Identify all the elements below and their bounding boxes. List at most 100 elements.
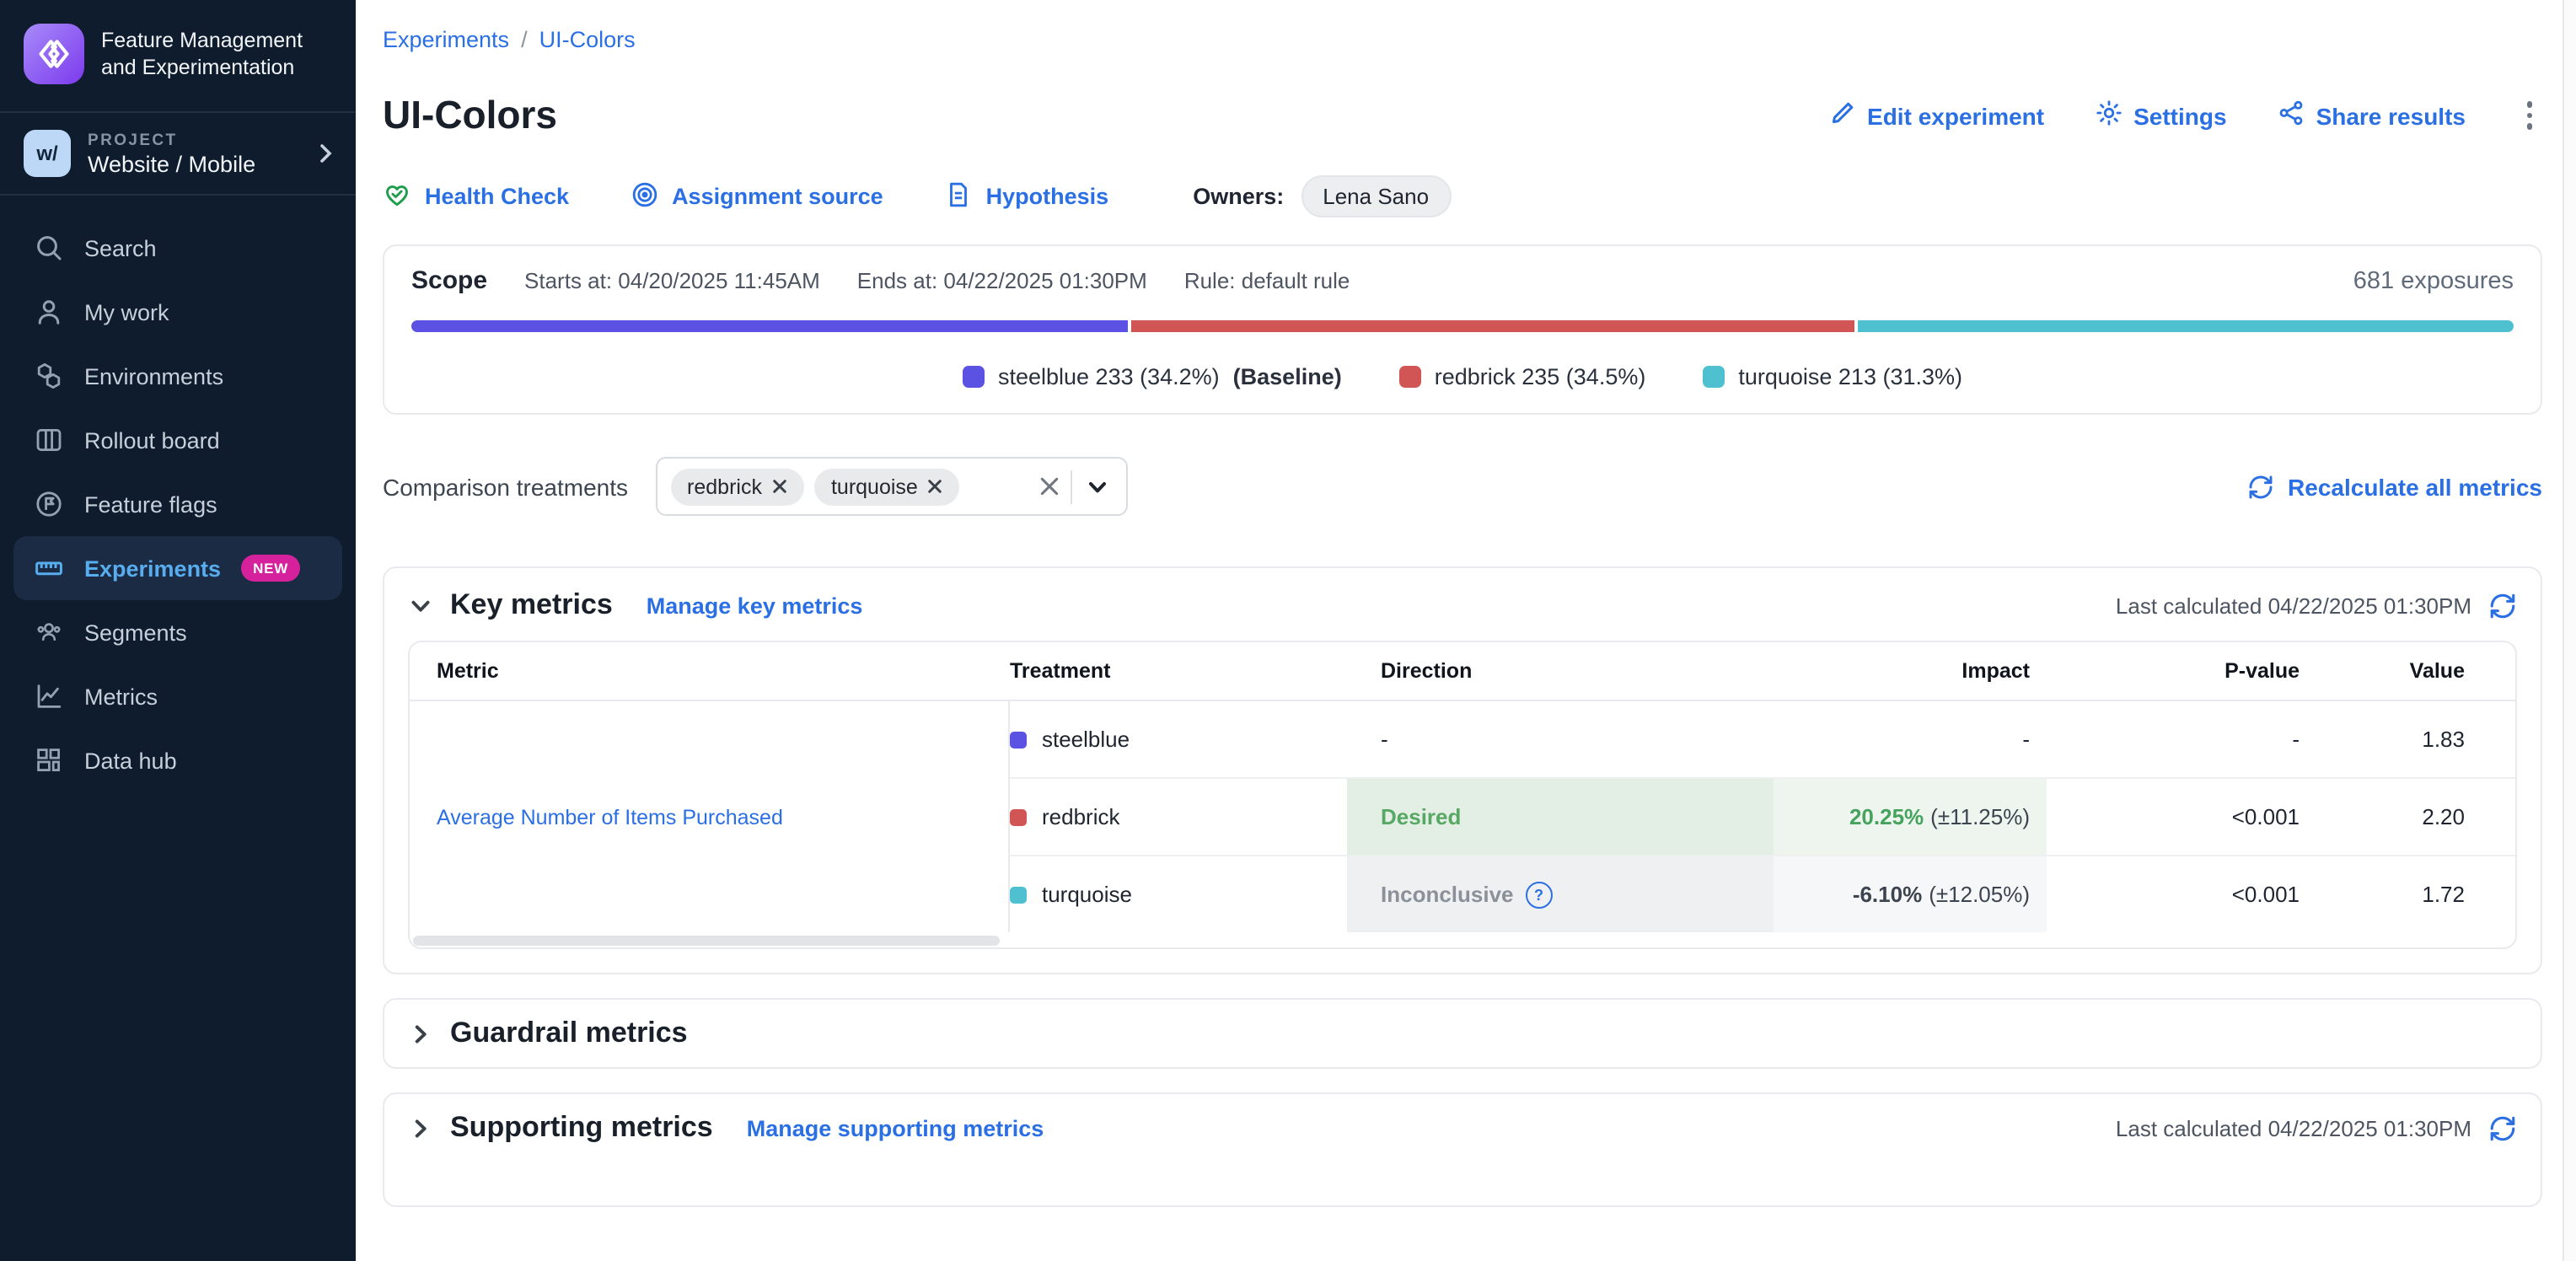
- clear-selection-icon[interactable]: [1038, 475, 1060, 497]
- distribution-segment-steelblue: [411, 320, 1128, 332]
- recalculate-all-metrics-button[interactable]: Recalculate all metrics: [2247, 473, 2542, 500]
- refresh-icon[interactable]: [2488, 591, 2517, 620]
- turquoise-swatch: [1010, 886, 1027, 903]
- help-icon[interactable]: ?: [1526, 881, 1553, 908]
- app-logo-block[interactable]: Feature Management and Experimentation: [0, 0, 356, 111]
- column-header-value: Value: [2300, 659, 2515, 683]
- treatment-distribution-bar: [411, 320, 2514, 332]
- sidebar-item-segments[interactable]: Segments: [13, 600, 342, 664]
- breadcrumb: Experiments / UI-Colors: [383, 27, 2542, 52]
- hypothesis-link[interactable]: Hypothesis: [944, 180, 1109, 213]
- heart-check-icon: [383, 180, 411, 213]
- page-title: UI-Colors: [383, 93, 557, 138]
- sidebar-item-metrics[interactable]: Metrics: [13, 664, 342, 728]
- refresh-icon[interactable]: [2488, 1113, 2517, 1142]
- distribution-segment-redbrick: [1131, 320, 1854, 332]
- scope-starts-at: Starts at: 04/20/2025 11:45AM: [524, 268, 820, 293]
- grid-icon: [34, 745, 64, 775]
- last-calculated-label: Last calculated 04/22/2025 01:30PM: [2116, 593, 2471, 618]
- health-check-link[interactable]: Health Check: [383, 180, 569, 213]
- legend-item-turquoise: turquoise 213 (31.3%): [1703, 364, 1962, 389]
- key-metrics-table: Metric Treatment Direction Impact P-valu…: [408, 641, 2517, 949]
- pencil-icon: [1828, 99, 1855, 131]
- settings-button[interactable]: Settings: [2095, 99, 2226, 131]
- sidebar-item-data-hub[interactable]: Data hub: [13, 728, 342, 792]
- collapse-chevron-down-icon[interactable]: [408, 593, 433, 618]
- redbrick-swatch: [1010, 808, 1027, 825]
- document-icon: [944, 180, 973, 213]
- sidebar-item-environments[interactable]: Environments: [13, 344, 342, 408]
- share-results-button[interactable]: Share results: [2278, 99, 2466, 131]
- breadcrumb-experiments-link[interactable]: Experiments: [383, 27, 509, 52]
- pvalue-cell: -: [2047, 701, 2300, 777]
- direction-cell: Desired: [1347, 779, 1774, 855]
- table-header-row: Metric Treatment Direction Impact P-valu…: [410, 642, 2515, 701]
- chevron-down-icon[interactable]: [1081, 475, 1112, 498]
- search-icon: [34, 233, 64, 263]
- treatment-cell: steelblue: [1010, 701, 1347, 777]
- chip-redbrick[interactable]: redbrick: [670, 468, 804, 505]
- remove-chip-icon[interactable]: [772, 479, 787, 494]
- turquoise-swatch: [1703, 366, 1725, 388]
- split-logo-icon: [24, 24, 84, 84]
- header-actions: Edit experiment Settings Share results: [1828, 95, 2542, 137]
- columns-board-icon: [34, 425, 64, 455]
- line-chart-icon: [34, 681, 64, 711]
- impact-cell: 20.25% (±11.25%): [1774, 779, 2047, 855]
- legend-item-steelblue: steelblue 233 (34.2%) (Baseline): [963, 364, 1342, 389]
- metric-name-cell: Average Number of Items Purchased: [410, 701, 1010, 932]
- horizontal-scrollbar: [410, 932, 2515, 947]
- metric-link[interactable]: Average Number of Items Purchased: [437, 805, 783, 829]
- exposures-count: 681 exposures: [2353, 267, 2514, 294]
- table-row: turquoise Inconclusive ? -6.10% (±12.05%…: [1010, 855, 2515, 932]
- guardrail-metrics-title: Guardrail metrics: [450, 1017, 688, 1050]
- sidebar-nav: Search My work Environments Rollout boar…: [0, 196, 356, 792]
- comparison-treatments-select[interactable]: redbrick turquoise: [655, 457, 1127, 516]
- user-icon: [34, 297, 64, 327]
- sidebar-item-experiments[interactable]: Experiments NEW: [13, 536, 342, 600]
- project-label: PROJECT: [88, 131, 295, 149]
- chip-turquoise[interactable]: turquoise: [814, 468, 960, 505]
- sidebar-item-label: My work: [84, 299, 169, 325]
- sidebar-item-label: Experiments: [84, 555, 221, 581]
- refresh-icon: [2247, 473, 2274, 500]
- horizontal-scrollbar-thumb[interactable]: [413, 935, 1000, 945]
- sidebar-item-label: Segments: [84, 620, 187, 645]
- owner-chip[interactable]: Lena Sano: [1301, 175, 1451, 217]
- sidebar: Feature Management and Experimentation w…: [0, 0, 356, 1261]
- supporting-metrics-title: Supporting metrics: [450, 1111, 713, 1145]
- comparison-treatments-label: Comparison treatments: [383, 473, 628, 500]
- project-switcher[interactable]: w/ PROJECT Website / Mobile: [0, 113, 356, 194]
- column-header-direction: Direction: [1347, 659, 1774, 683]
- edit-experiment-button[interactable]: Edit experiment: [1828, 99, 2044, 131]
- sidebar-item-rollout-board[interactable]: Rollout board: [13, 408, 342, 472]
- ruler-icon: [34, 553, 64, 583]
- owners-label: Owners:: [1193, 184, 1284, 209]
- kebab-icon: [2526, 102, 2532, 108]
- table-row: steelblue - - - 1.83: [1010, 701, 2515, 777]
- manage-supporting-metrics-link[interactable]: Manage supporting metrics: [747, 1115, 1044, 1140]
- value-cell: 1.83: [2300, 701, 2515, 777]
- manage-key-metrics-link[interactable]: Manage key metrics: [647, 593, 863, 618]
- sidebar-item-feature-flags[interactable]: Feature flags: [13, 472, 342, 536]
- page-scrollbar[interactable]: [2563, 0, 2576, 1261]
- project-name: Website / Mobile: [88, 151, 295, 176]
- more-actions-button[interactable]: [2516, 95, 2542, 137]
- sidebar-item-my-work[interactable]: My work: [13, 280, 342, 344]
- scope-title: Scope: [411, 266, 487, 295]
- remove-chip-icon[interactable]: [928, 479, 943, 494]
- new-badge: NEW: [241, 555, 300, 582]
- expand-chevron-right-icon[interactable]: [408, 1115, 433, 1140]
- sidebar-item-search[interactable]: Search: [13, 216, 342, 280]
- sidebar-item-label: Metrics: [84, 684, 158, 709]
- breadcrumb-current-link[interactable]: UI-Colors: [539, 27, 636, 52]
- project-badge: w/: [24, 130, 71, 177]
- direction-cell: -: [1347, 701, 1774, 777]
- sidebar-item-label: Environments: [84, 363, 223, 389]
- steelblue-swatch: [963, 366, 985, 388]
- assignment-source-link[interactable]: Assignment source: [630, 180, 883, 213]
- impact-cell: -: [1774, 701, 2047, 777]
- expand-chevron-right-icon[interactable]: [408, 1021, 433, 1046]
- chevron-right-icon: [312, 140, 339, 167]
- main-content: Experiments / UI-Colors UI-Colors Edit e…: [356, 0, 2576, 1261]
